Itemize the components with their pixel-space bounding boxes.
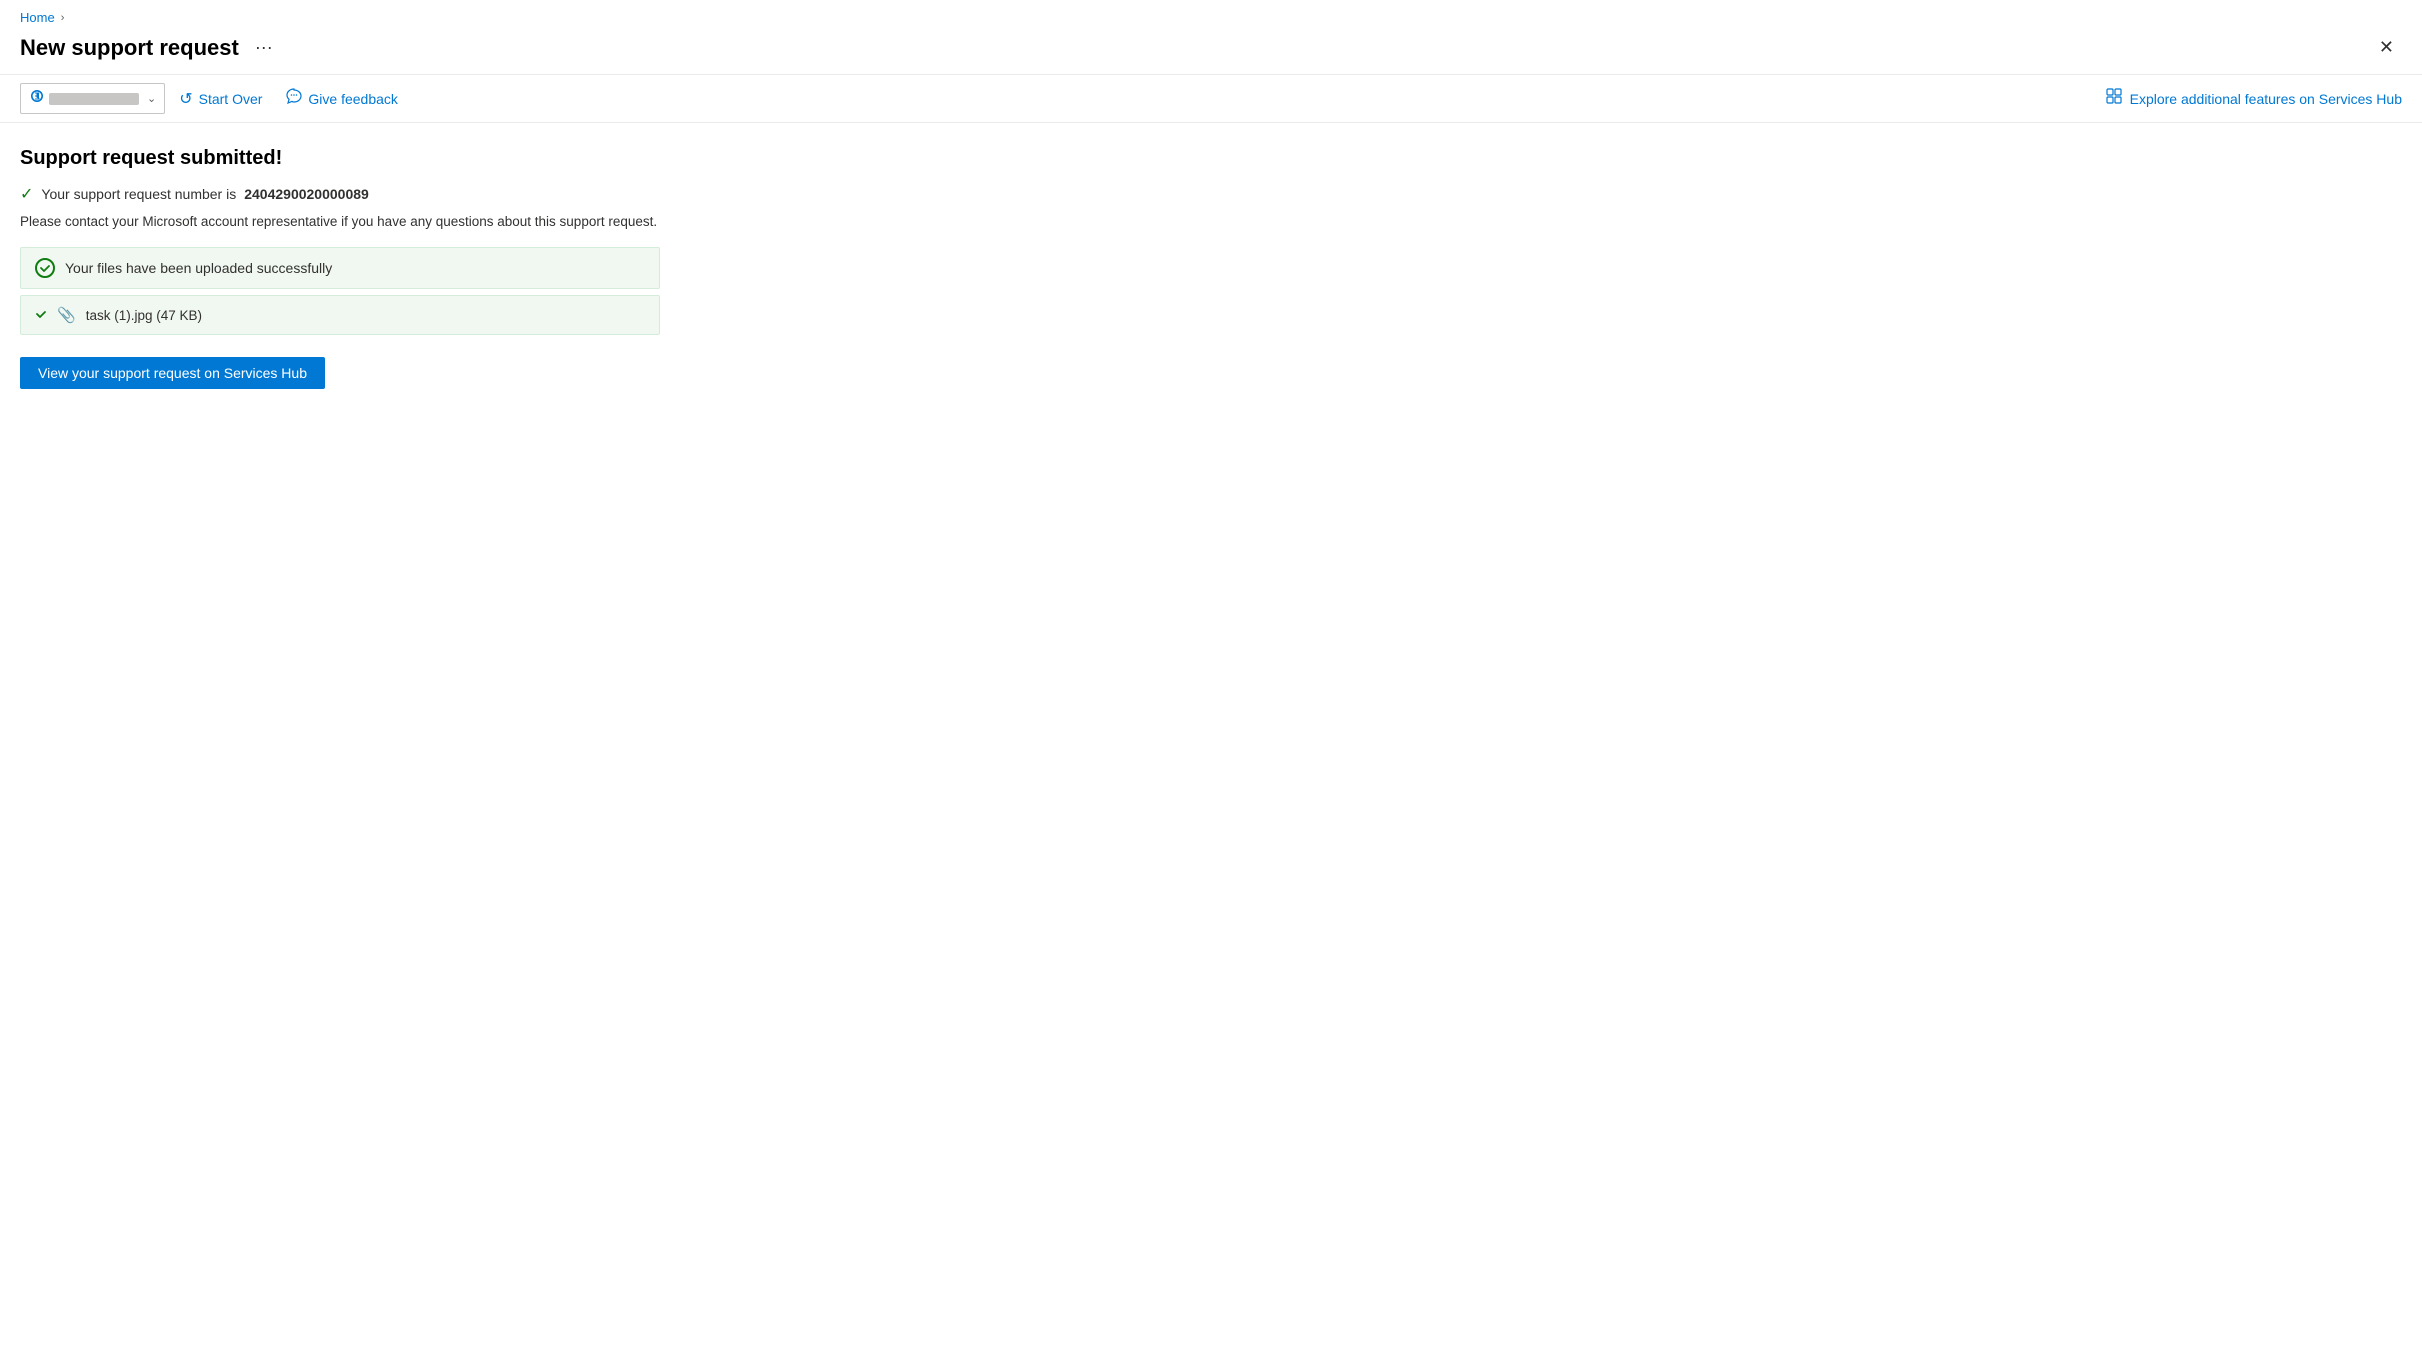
toolbar-left: ⌄ ↺ Start Over Give feedback: [20, 83, 2102, 114]
home-link[interactable]: Home: [20, 10, 55, 25]
checkmark-icon: ✓: [20, 184, 33, 204]
main-content: Support request submitted! ✓ Your suppor…: [0, 123, 2422, 413]
request-number-row: ✓ Your support request number is 2404290…: [20, 184, 2402, 204]
toolbar: ⌄ ↺ Start Over Give feedback: [0, 74, 2422, 123]
upload-success-box: Your files have been uploaded successful…: [20, 247, 660, 289]
page-title: New support request: [20, 35, 239, 61]
directory-selector[interactable]: ⌄: [20, 83, 165, 114]
chevron-down-icon: ⌄: [147, 92, 156, 105]
services-hub-icon: [2106, 88, 2122, 109]
contact-message: Please contact your Microsoft account re…: [20, 214, 2402, 229]
request-number: 2404290020000089: [244, 186, 369, 202]
upload-success-message: Your files have been uploaded successful…: [65, 260, 332, 276]
breadcrumb: Home ›: [0, 0, 2422, 29]
view-request-button[interactable]: View your support request on Services Hu…: [20, 357, 325, 389]
close-button[interactable]: ✕: [2371, 33, 2402, 62]
file-success-icon: [35, 307, 47, 323]
start-over-button[interactable]: ↺ Start Over: [169, 84, 272, 114]
directory-icon: [29, 88, 45, 109]
upload-success-icon: [35, 258, 55, 278]
file-row: 📎 task (1).jpg (47 KB): [20, 295, 660, 335]
request-number-prefix: Your support request number is: [41, 186, 236, 202]
explore-services-hub-link[interactable]: Explore additional features on Services …: [2106, 88, 2402, 109]
directory-selector-bar: [49, 93, 139, 105]
feedback-icon: [286, 88, 302, 109]
give-feedback-label: Give feedback: [308, 91, 398, 107]
refresh-icon: ↺: [179, 89, 192, 109]
attachment-icon: 📎: [57, 306, 76, 324]
breadcrumb-chevron: ›: [61, 12, 65, 24]
give-feedback-button[interactable]: Give feedback: [276, 83, 408, 114]
explore-label: Explore additional features on Services …: [2130, 91, 2402, 107]
file-name: task (1).jpg (47 KB): [86, 308, 202, 323]
page-header: New support request ··· ✕: [0, 29, 2422, 74]
start-over-label: Start Over: [199, 91, 263, 107]
success-heading: Support request submitted!: [20, 147, 2402, 170]
more-options-button[interactable]: ···: [249, 35, 279, 60]
